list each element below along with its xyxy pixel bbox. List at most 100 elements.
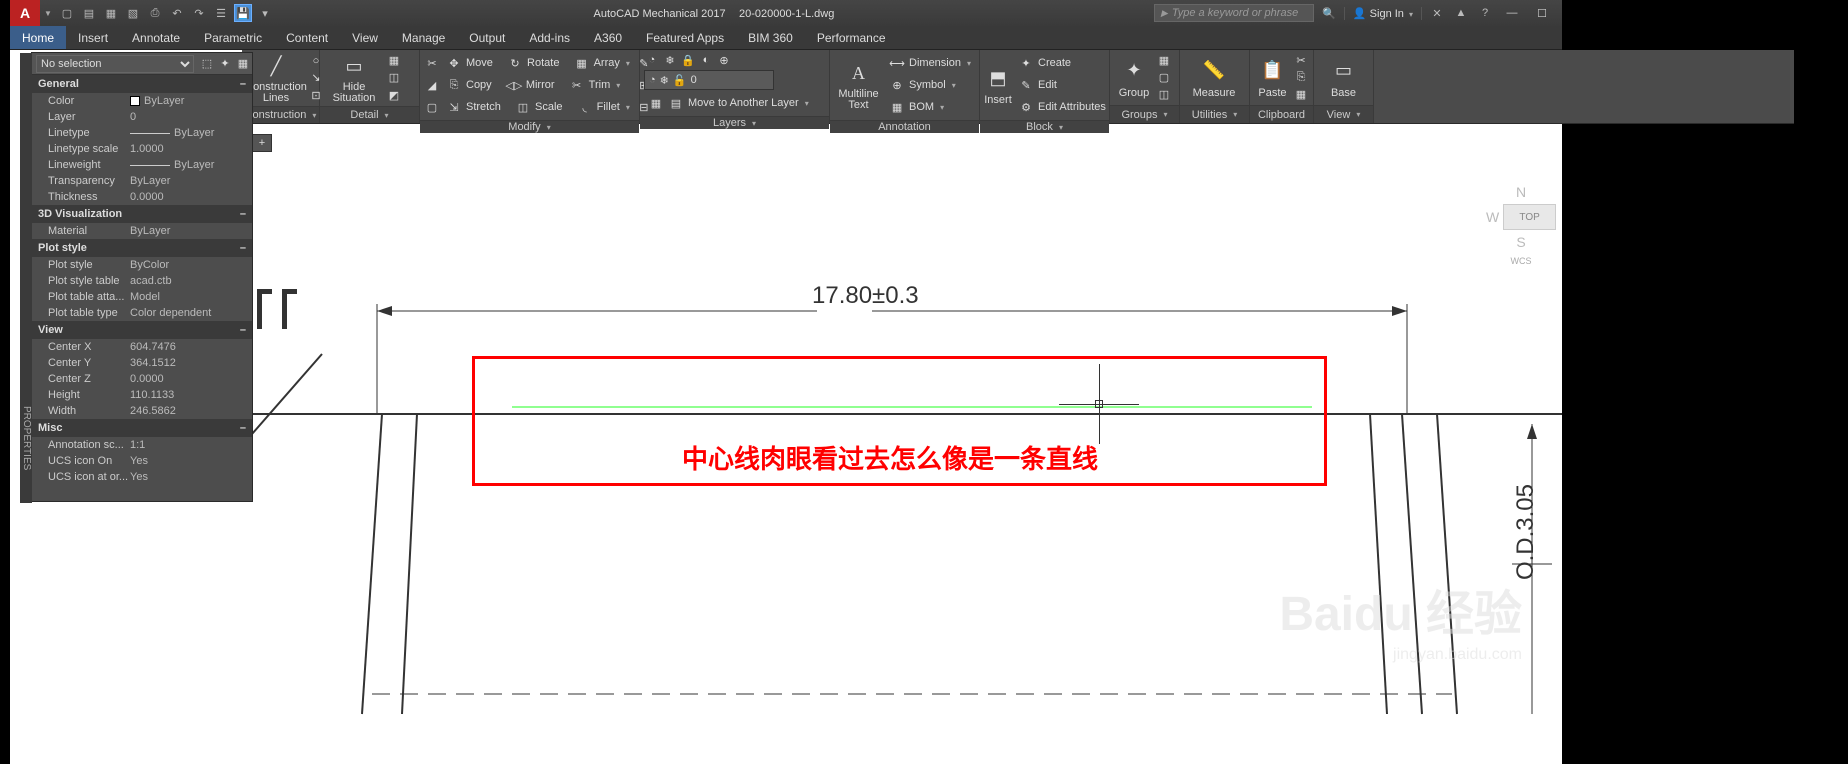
icon[interactable]: ✂ xyxy=(424,55,440,71)
prop-row[interactable]: Layer0 xyxy=(32,109,252,125)
small-icon[interactable]: ▦ xyxy=(386,53,402,69)
drawing-canvas[interactable]: 17.80±0.3 O.D.3.05 中心线肉眼看过去怎么像是一条直线 N WT… xyxy=(252,154,1562,764)
prop-row[interactable]: Height110.1133 xyxy=(32,387,252,403)
tab-bim-360[interactable]: BIM 360 xyxy=(736,26,805,49)
print-icon[interactable]: ⎙ xyxy=(146,4,164,22)
prop-row[interactable]: ColorByLayer xyxy=(32,93,252,109)
panel-title[interactable]: Layers▾ xyxy=(640,116,829,129)
properties-tab-label[interactable]: PROPERTIES xyxy=(20,53,32,503)
help-icon[interactable]: ? xyxy=(1476,4,1494,22)
select-icon[interactable]: ✦ xyxy=(216,55,234,73)
hide-situation-button[interactable]: ▭Hide Situation xyxy=(324,52,384,104)
tab-output[interactable]: Output xyxy=(457,26,517,49)
create-button[interactable]: Create xyxy=(1038,57,1071,69)
tab-parametric[interactable]: Parametric xyxy=(192,26,274,49)
prop-category[interactable]: View– xyxy=(32,321,252,339)
tab-content[interactable]: Content xyxy=(274,26,340,49)
icon[interactable]: ✂ xyxy=(1293,53,1309,69)
icon[interactable]: ◢ xyxy=(424,77,440,93)
layer-icon[interactable]: ◐ xyxy=(698,52,714,68)
prop-row[interactable]: Width246.5862 xyxy=(32,403,252,419)
tab-home[interactable]: Home xyxy=(10,26,66,49)
prop-row[interactable]: Center Y364.1512 xyxy=(32,355,252,371)
pick-icon[interactable]: ▦ xyxy=(234,55,252,73)
saveas-icon[interactable]: ▧ xyxy=(124,4,142,22)
prop-row[interactable]: Plot style tableacad.ctb xyxy=(32,273,252,289)
qat-btn[interactable]: ☰ xyxy=(212,4,230,22)
small-icon[interactable]: ◩ xyxy=(386,87,402,103)
prop-row[interactable]: Center Z0.0000 xyxy=(32,371,252,387)
move-button[interactable]: Move xyxy=(466,57,493,69)
exchange-icon[interactable]: ✕ xyxy=(1428,4,1446,22)
new-icon[interactable]: ▢ xyxy=(58,4,76,22)
prop-category[interactable]: Misc– xyxy=(32,419,252,437)
tab-performance[interactable]: Performance xyxy=(805,26,898,49)
app-logo[interactable]: A xyxy=(10,0,40,26)
open-icon[interactable]: ▤ xyxy=(80,4,98,22)
icon[interactable]: ▦ xyxy=(1293,87,1309,103)
icon[interactable]: ◫ xyxy=(1156,87,1172,103)
redo-icon[interactable]: ↷ xyxy=(190,4,208,22)
scale-button[interactable]: Scale xyxy=(535,101,563,113)
panel-title[interactable]: Groups▾ xyxy=(1110,105,1179,123)
a360-icon[interactable]: ▲ xyxy=(1452,4,1470,22)
tab-annotate[interactable]: Annotate xyxy=(120,26,192,49)
layer-dropdown[interactable]: ◔❄🔓0 xyxy=(644,70,774,90)
stretch-button[interactable]: Stretch xyxy=(466,101,501,113)
panel-title[interactable]: Utilities▾ xyxy=(1180,105,1249,123)
panel-title[interactable]: Modify▾ xyxy=(420,120,639,133)
multiline-text-button[interactable]: AMultiline Text xyxy=(834,52,883,118)
prop-row[interactable]: LineweightByLayer xyxy=(32,157,252,173)
layer-icon[interactable]: ❄ xyxy=(662,52,678,68)
panel-title[interactable]: View▾ xyxy=(1314,105,1373,123)
fillet-button[interactable]: Fillet xyxy=(597,101,620,113)
mirror-button[interactable]: Mirror xyxy=(526,79,555,91)
prop-row[interactable]: Center X604.7476 xyxy=(32,339,252,355)
move-layer-button[interactable]: Move to Another Layer xyxy=(688,97,799,109)
tab-add-ins[interactable]: Add-ins xyxy=(517,26,582,49)
construction-lines-button[interactable]: ╱Construction Lines xyxy=(246,52,306,104)
prop-row[interactable]: Plot styleByColor xyxy=(32,257,252,273)
tab-featured-apps[interactable]: Featured Apps xyxy=(634,26,736,49)
small-icon[interactable]: ◫ xyxy=(386,70,402,86)
prop-row[interactable]: MaterialByLayer xyxy=(32,223,252,239)
icon[interactable]: ▦ xyxy=(1156,53,1172,69)
prop-row[interactable]: Plot table atta...Model xyxy=(32,289,252,305)
tab-a360[interactable]: A360 xyxy=(582,26,634,49)
prop-row[interactable]: LinetypeByLayer xyxy=(32,125,252,141)
prop-row[interactable]: UCS icon at or...Yes xyxy=(32,469,252,485)
prop-row[interactable]: TransparencyByLayer xyxy=(32,173,252,189)
measure-button[interactable]: 📏Measure xyxy=(1184,52,1244,103)
maximize-button[interactable]: ☐ xyxy=(1530,4,1554,22)
layer-icon[interactable]: ⊕ xyxy=(716,52,732,68)
qat-dropdown-icon[interactable]: ▾ xyxy=(256,4,274,22)
minimize-button[interactable]: — xyxy=(1500,4,1524,22)
layer-icon[interactable]: ▤ xyxy=(668,95,684,111)
quick-select-icon[interactable]: ⬚ xyxy=(198,55,216,73)
dimension-button[interactable]: Dimension xyxy=(909,57,961,69)
selection-dropdown[interactable]: No selection xyxy=(36,55,194,73)
new-tab-button[interactable]: + xyxy=(252,134,272,152)
trim-button[interactable]: Trim xyxy=(589,79,611,91)
insert-button[interactable]: ⬒Insert xyxy=(984,52,1012,118)
layer-icon[interactable]: ◔ xyxy=(644,52,660,68)
edit-button[interactable]: Edit xyxy=(1038,79,1057,91)
tab-insert[interactable]: Insert xyxy=(66,26,120,49)
array-button[interactable]: Array xyxy=(594,57,620,69)
search-input[interactable]: ▶Type a keyword or phrase xyxy=(1154,4,1314,22)
layer-icon[interactable]: 🔒 xyxy=(680,52,696,68)
layer-icon[interactable]: ▦ xyxy=(648,95,664,111)
copy-button[interactable]: Copy xyxy=(466,79,492,91)
prop-category[interactable]: General– xyxy=(32,75,252,93)
sign-in-button[interactable]: 👤 Sign In ▾ xyxy=(1344,7,1422,20)
prop-row[interactable]: Annotation sc...1:1 xyxy=(32,437,252,453)
app-menu-dropdown[interactable]: ▼ xyxy=(44,9,54,18)
prop-row[interactable]: Thickness0.0000 xyxy=(32,189,252,205)
icon[interactable]: ▢ xyxy=(424,99,440,115)
prop-category[interactable]: 3D Visualization– xyxy=(32,205,252,223)
view-cube[interactable]: N WTOP S WCS xyxy=(1486,184,1556,266)
prop-row[interactable]: Plot table typeColor dependent xyxy=(32,305,252,321)
tab-view[interactable]: View xyxy=(340,26,390,49)
group-button[interactable]: ✦Group xyxy=(1114,52,1154,103)
edit-attributes-button[interactable]: Edit Attributes xyxy=(1038,101,1106,113)
